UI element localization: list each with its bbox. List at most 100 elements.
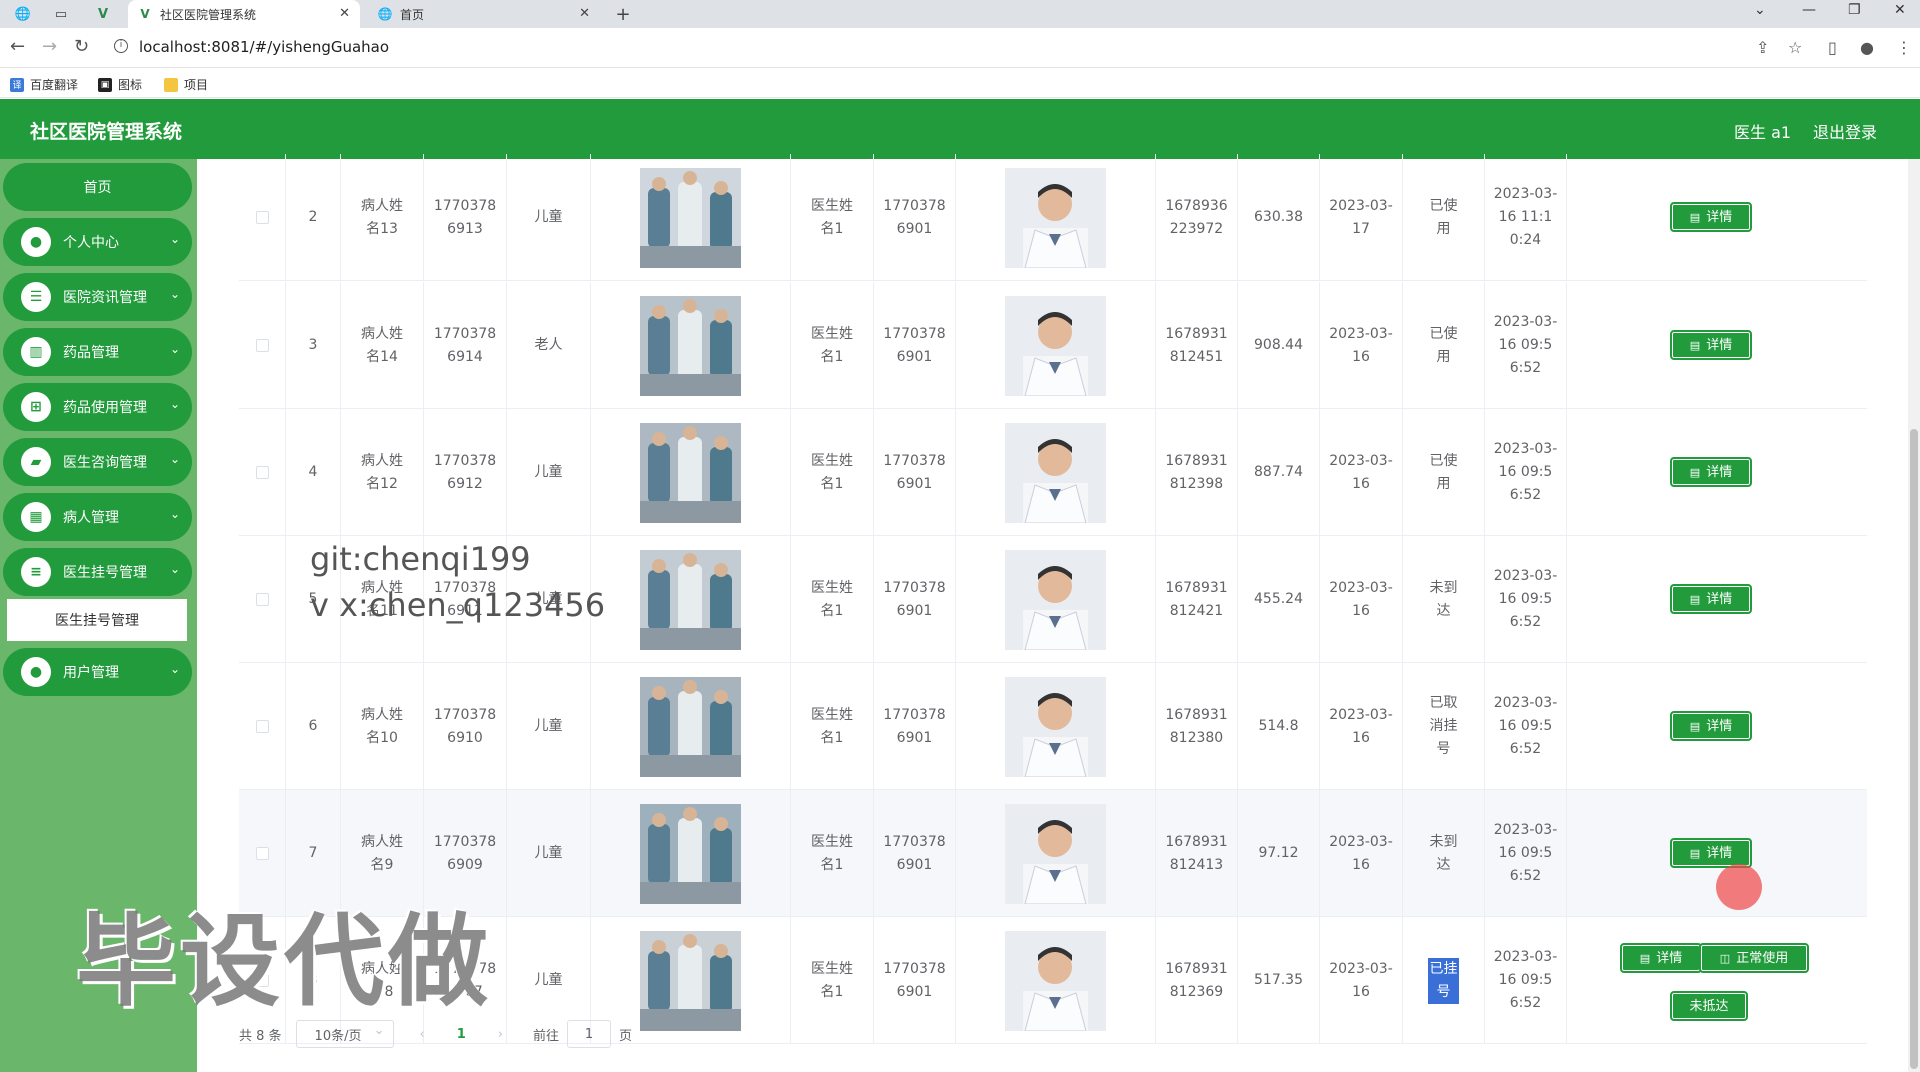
not-arrived-button-label: 未抵达 (1689, 998, 1729, 1014)
page-number[interactable]: 1 (457, 1027, 466, 1042)
sidebar-item-drug-usage[interactable]: ⊞ 药品使用管理 ⌄ (3, 383, 192, 431)
detail-button[interactable]: ▤ 详情 (1620, 943, 1702, 973)
doctor-name-cell: 医生姓名1 (791, 790, 874, 917)
type-text: 儿童 (534, 972, 563, 988)
sidebar-item-news[interactable]: ☰ 医院资讯管理 ⌄ (3, 273, 192, 321)
status-cell: 已使用 (1403, 282, 1485, 409)
row-checkbox[interactable] (255, 466, 269, 479)
detail-button-label: 详情 (1656, 950, 1683, 966)
price-cell: 517.35 (1238, 917, 1320, 1044)
time-cell: 2023-03-16 09:56:52 (1485, 790, 1567, 917)
patient-name-cell: 病人姓名10 (341, 663, 424, 790)
bookmark-item[interactable]: 译 百度翻译 (10, 76, 78, 93)
blank-tab[interactable]: ▭ (50, 4, 72, 24)
type-text: 儿童 (534, 209, 563, 225)
index-cell: 2 (286, 154, 341, 281)
order-no-cell: 1678931812451 (1156, 282, 1238, 409)
sidebar-item-home[interactable]: 首页 (3, 163, 192, 211)
sidebar-subitem-registration[interactable]: 医生挂号管理 (7, 599, 187, 641)
price-cell: 887.74 (1238, 409, 1320, 536)
date-cell: 2023-03-16 (1320, 409, 1403, 536)
doctor-name-text: 医生姓名1 (811, 960, 853, 1000)
app-header: 社区医院管理系统 医生 a1 退出登录 (0, 99, 1920, 159)
minimize-icon[interactable]: — (1802, 2, 1816, 18)
type-cell: 儿童 (507, 154, 591, 281)
restore-icon[interactable]: ❐ (1848, 2, 1861, 18)
tab-label: 社区医院管理系统 (160, 7, 257, 22)
forward-icon[interactable]: → (42, 36, 57, 57)
tab-active[interactable]: V 社区医院管理系统 ✕ (128, 0, 360, 28)
normal-use-button[interactable]: ◫ 正常使用 (1699, 943, 1809, 973)
current-user: 医生 a1 (1734, 123, 1792, 142)
status-text: 已使用 (1429, 452, 1458, 492)
patient-name-text: 病人姓名13 (361, 197, 403, 237)
vue-tab-icon[interactable]: V (92, 4, 114, 24)
scrollbar[interactable] (1908, 159, 1920, 1072)
next-page-icon[interactable]: › (498, 1027, 503, 1042)
status-text: 已挂号 (1428, 957, 1459, 1004)
patient-photo-cell (591, 536, 791, 663)
back-icon[interactable]: ← (10, 36, 25, 57)
row-checkbox[interactable] (255, 211, 269, 224)
order-no-cell: 1678936223972 (1156, 154, 1238, 281)
sidebar-item-users[interactable]: ● 用户管理 ⌄ (3, 648, 192, 696)
menu-icon[interactable]: ⋮ (1896, 38, 1912, 57)
patient-name-cell: 病人姓名12 (341, 409, 424, 536)
close-window-icon[interactable]: ✕ (1894, 2, 1906, 18)
detail-button[interactable]: ▤ 详情 (1670, 202, 1752, 232)
reload-icon[interactable]: ↻ (74, 36, 89, 57)
url-field[interactable]: localhost:8081/#/yishengGuahao (139, 38, 389, 56)
document-icon: ◫ (1719, 951, 1731, 965)
chevron-down-icon[interactable]: ⌄ (1754, 2, 1766, 18)
sidebar-item-personal[interactable]: ● 个人中心 ⌄ (3, 218, 192, 266)
bookmark-item[interactable]: 项目 (164, 76, 208, 93)
patient-name-cell: 病人姓名14 (341, 282, 424, 409)
star-icon[interactable]: ☆ (1788, 38, 1802, 57)
doctor-name-text: 医生姓名1 (811, 325, 853, 365)
order-no-text: 1678931812380 (1165, 706, 1228, 746)
detail-button[interactable]: ▤ 详情 (1670, 330, 1752, 360)
order-no-cell: 1678931812421 (1156, 536, 1238, 663)
time-text: 2023-03-16 09:56:52 (1493, 822, 1558, 884)
sidepanel-icon[interactable]: ▯ (1828, 38, 1837, 57)
not-arrived-button[interactable]: 未抵达 (1670, 991, 1748, 1021)
row-checkbox[interactable] (255, 847, 269, 860)
index-text: 3 (308, 337, 318, 353)
sidebar-item-registration[interactable]: ≡ 医生挂号管理 ⌄ (3, 548, 192, 596)
row-checkbox[interactable] (255, 593, 269, 606)
row-checkbox[interactable] (255, 720, 269, 733)
globe-icon[interactable]: 🌐 (12, 4, 34, 24)
sidebar-item-drugs[interactable]: ▥ 药品管理 ⌄ (3, 328, 192, 376)
sidebar-item-patients[interactable]: ▦ 病人管理 ⌄ (3, 493, 192, 541)
patient-phone-cell: 17703786912 (424, 409, 507, 536)
checkbox-cell (239, 154, 286, 281)
bookmark-item[interactable]: ▣ 图标 (98, 76, 142, 93)
actions-cell: ▤ 详情 (1567, 790, 1867, 917)
index-text: 7 (308, 845, 318, 861)
detail-button[interactable]: ▤ 详情 (1670, 584, 1752, 614)
type-text: 儿童 (534, 845, 563, 861)
prev-page-icon[interactable]: ‹ (420, 1027, 425, 1042)
profile-icon[interactable]: ● (1860, 38, 1874, 57)
goto-page-input[interactable]: 1 (567, 1020, 612, 1048)
info-icon[interactable]: i (114, 39, 128, 53)
logout-button[interactable]: 退出登录 (1813, 119, 1877, 143)
new-tab-icon[interactable]: + (612, 4, 634, 25)
tab-home[interactable]: 🌐 首页 ✕ (368, 0, 600, 28)
row-checkbox[interactable] (255, 339, 269, 352)
page-unit: 页 (619, 1028, 633, 1044)
index-cell: 4 (286, 409, 341, 536)
sidebar-item-consult[interactable]: ▰ 医生咨询管理 ⌄ (3, 438, 192, 486)
detail-button[interactable]: ▤ 详情 (1670, 711, 1752, 741)
patient-phone-text: 17703786909 (433, 833, 497, 873)
detail-button[interactable]: ▤ 详情 (1670, 457, 1752, 487)
share-icon[interactable]: ⇪ (1756, 38, 1769, 57)
date-text: 2023-03-16 (1329, 706, 1393, 746)
close-icon[interactable]: ✕ (339, 6, 350, 21)
chevron-down-icon: ⌄ (169, 507, 180, 521)
news-icon: ☰ (21, 282, 51, 312)
scroll-thumb[interactable] (1910, 429, 1918, 1069)
doctor-photo (1005, 549, 1106, 650)
doctor-name-text: 医生姓名1 (811, 452, 853, 492)
close-icon[interactable]: ✕ (579, 6, 590, 21)
